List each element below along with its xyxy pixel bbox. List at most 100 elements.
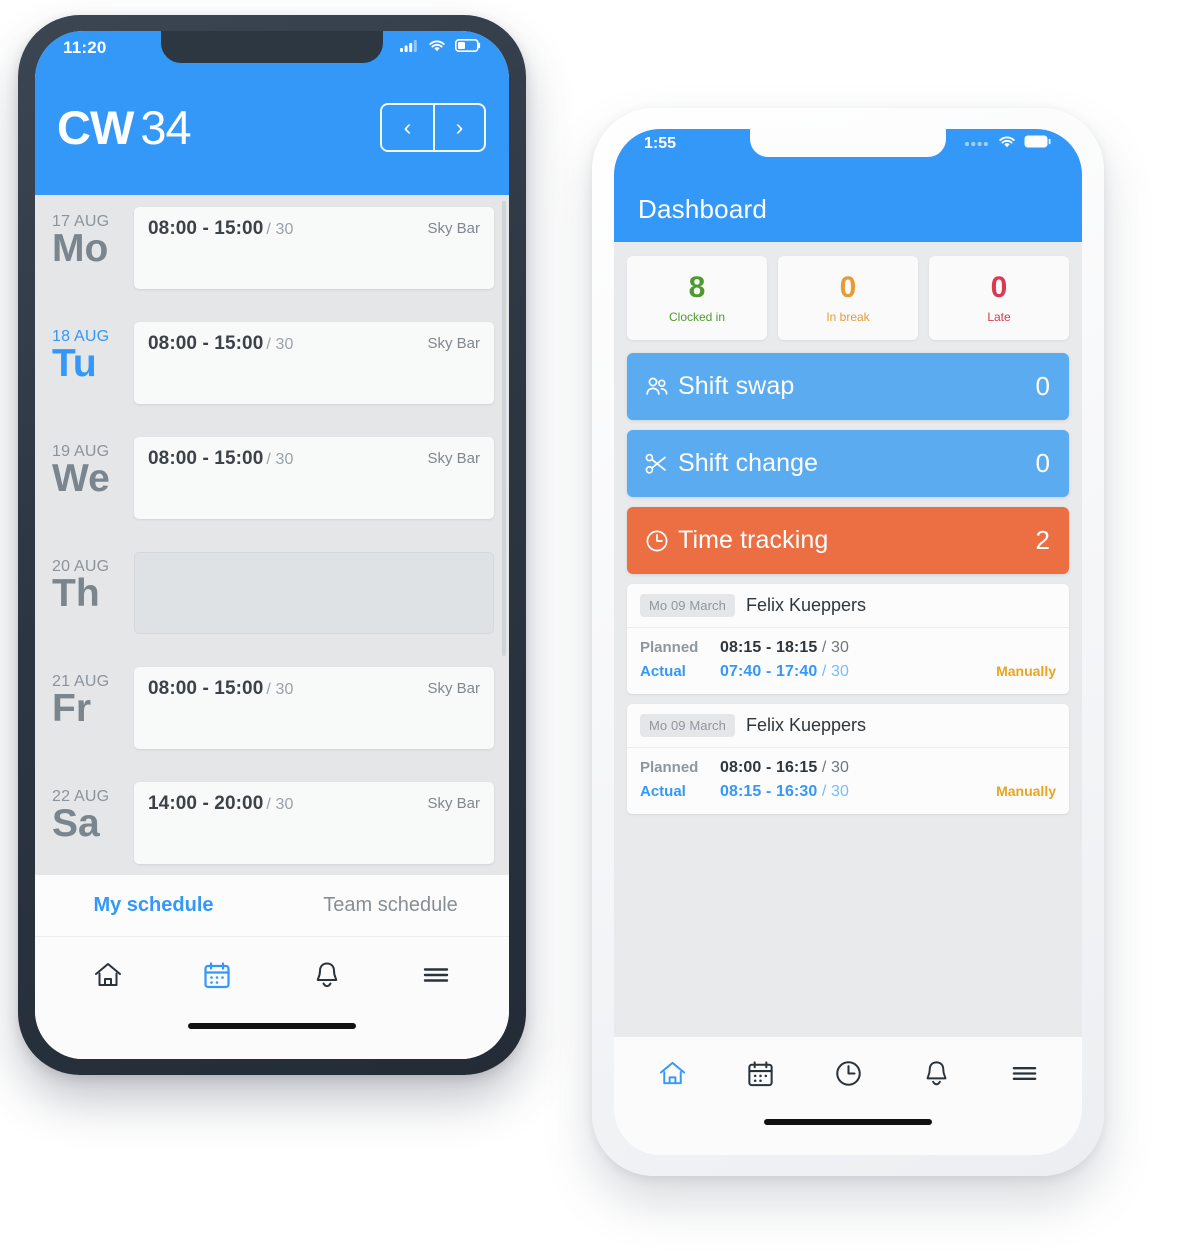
schedule-row[interactable]: 17 AUG Mo 08:00 - 15:00/ 30 Sky Bar <box>35 195 509 310</box>
schedule-row-date: 19 AUG We <box>46 437 134 500</box>
clock-icon <box>644 528 678 554</box>
shift-time: 14:00 - 20:00/ 30 <box>148 793 294 814</box>
shift-break: / 30 <box>266 336 294 353</box>
time-entry-body: Planned 08:15 - 18:15 / 30 Actual 07:40 - 1… <box>627 628 1069 694</box>
home-bar-area <box>35 1013 509 1059</box>
entry-source-tag: Manually <box>996 783 1056 799</box>
shift-location: Sky Bar <box>427 795 480 812</box>
action-row-shift-swap[interactable]: Shift swap 0 <box>627 353 1069 420</box>
schedule-shift-card[interactable]: 08:00 - 15:00/ 30 Sky Bar <box>134 322 494 404</box>
planned-break: / 30 <box>821 759 850 776</box>
tab-my-schedule[interactable]: My schedule <box>35 894 272 917</box>
menu-icon[interactable] <box>420 959 452 991</box>
action-row-shift-change[interactable]: Shift change 0 <box>627 430 1069 497</box>
planned-line: Planned 08:15 - 18:15 / 30 <box>640 636 1056 660</box>
bell-icon[interactable] <box>311 959 343 991</box>
actual-break: / 30 <box>821 663 850 680</box>
schedule-shift-card[interactable]: 08:00 - 15:00/ 30 Sky Bar <box>134 207 494 289</box>
time-entry-card[interactable]: Mo 09 March Felix Kueppers Planned 08:00 - … <box>627 704 1069 814</box>
home-icon[interactable] <box>92 959 124 991</box>
stat-label: In break <box>826 309 870 324</box>
time-tracking-entries: Mo 09 March Felix Kueppers Planned 08:15 - … <box>614 574 1082 814</box>
screenshot-stage: 11:20 CW 34 ‹ › 17 AUG Mo 08:00 - 15:00 … <box>0 0 1185 1257</box>
calendar-icon[interactable] <box>745 1058 776 1089</box>
phone-schedule-screen: 11:20 CW 34 ‹ › 17 AUG Mo 08:00 - 15:00 … <box>35 31 509 1059</box>
phone-dashboard-device: 1:55 Dashboard 8 Clocked in 0 In break 0… <box>592 108 1104 1176</box>
schedule-shift-card[interactable]: 14:00 - 20:00/ 30 Sky Bar <box>134 782 494 864</box>
stat-card[interactable]: 8 Clocked in <box>627 256 767 340</box>
shift-location: Sky Bar <box>427 680 480 697</box>
wifi-icon <box>428 39 446 57</box>
schedule-header: 11:20 CW 34 ‹ › <box>35 31 509 195</box>
action-list: Shift swap 0 Shift change 0 Time tracking 2 <box>614 345 1082 574</box>
schedule-row[interactable]: 22 AUG Sa 14:00 - 20:00/ 30 Sky Bar <box>35 770 509 875</box>
next-week-button[interactable]: › <box>433 105 484 150</box>
schedule-weekday-label: Mo <box>52 227 109 271</box>
shift-time: 08:00 - 15:00/ 30 <box>148 448 294 469</box>
time-entry-card[interactable]: Mo 09 March Felix Kueppers Planned 08:15 - … <box>627 584 1069 694</box>
shift-break: / 30 <box>266 681 294 698</box>
actual-label: Actual <box>640 663 686 680</box>
stat-value: 8 <box>688 270 706 304</box>
bottom-nav <box>35 937 509 1013</box>
schedule-weekday-label: Sa <box>52 802 100 846</box>
schedule-weekday-label: Fr <box>52 687 91 731</box>
phone-dashboard-screen: 1:55 Dashboard 8 Clocked in 0 In break 0… <box>614 129 1082 1155</box>
cw-prefix: CW <box>57 101 134 154</box>
schedule-list[interactable]: 17 AUG Mo 08:00 - 15:00/ 30 Sky Bar 18 AUG Tu… <box>35 195 509 875</box>
schedule-weekday-label: Th <box>52 572 100 616</box>
action-row-time-tracking[interactable]: Time tracking 2 <box>627 507 1069 574</box>
shift-time: 08:00 - 15:00/ 30 <box>148 678 294 699</box>
clock-icon[interactable] <box>833 1058 864 1089</box>
stat-value: 0 <box>839 270 857 304</box>
time-entry-body: Planned 08:00 - 16:15 / 30 Actual 08:15 - 1… <box>627 748 1069 814</box>
stat-card[interactable]: 0 In break <box>778 256 918 340</box>
schedule-row-date: 21 AUG Fr <box>46 667 134 730</box>
planned-line: Planned 08:00 - 16:15 / 30 <box>640 756 1056 780</box>
shift-break: / 30 <box>266 451 294 468</box>
bell-icon[interactable] <box>921 1058 952 1089</box>
status-time: 1:55 <box>644 135 677 152</box>
schedule-shift-card[interactable]: 08:00 - 15:00/ 30 Sky Bar <box>134 437 494 519</box>
schedule-row[interactable]: 18 AUG Tu 08:00 - 15:00/ 30 Sky Bar <box>35 310 509 425</box>
home-icon[interactable] <box>657 1058 688 1089</box>
planned-value: 08:15 - 18:15 / 30 <box>720 639 850 656</box>
calendar-icon[interactable] <box>201 959 233 991</box>
time-entry-date-badge: Mo 09 March <box>640 714 735 737</box>
week-number: 34 <box>140 101 191 154</box>
actual-line: Actual 07:40 - 17:40 / 30 Manually <box>640 660 1056 684</box>
schedule-shift-card[interactable]: 08:00 - 15:00/ 30 Sky Bar <box>134 667 494 749</box>
schedule-row[interactable]: 21 AUG Fr 08:00 - 15:00/ 30 Sky Bar <box>35 655 509 770</box>
shift-time: 08:00 - 15:00/ 30 <box>148 218 294 239</box>
planned-label: Planned <box>640 639 699 656</box>
prev-week-button[interactable]: ‹ <box>382 105 433 150</box>
menu-icon[interactable] <box>1009 1058 1040 1089</box>
actual-label: Actual <box>640 783 686 800</box>
schedule-row-date: 20 AUG Th <box>46 552 134 615</box>
time-entry-employee-name: Felix Kueppers <box>745 595 867 615</box>
shift-break: / 30 <box>266 796 294 813</box>
dashboard-body: 8 Clocked in 0 In break 0 Late Shift swap 0 Shi… <box>614 242 1082 1037</box>
schedule-shift-card[interactable] <box>134 552 494 634</box>
schedule-weekday-label: We <box>52 457 110 501</box>
stat-card[interactable]: 0 Late <box>929 256 1069 340</box>
time-entry-employee-name: Felix Kueppers <box>745 715 867 735</box>
action-label: Time tracking <box>678 526 829 554</box>
time-entry-date-badge: Mo 09 March <box>640 594 735 617</box>
status-bar: 1:55 <box>614 129 1082 159</box>
status-time: 11:20 <box>63 38 107 57</box>
actual-line: Actual 08:15 - 16:30 / 30 Manually <box>640 780 1056 804</box>
action-label: Shift change <box>678 449 819 477</box>
home-indicator <box>188 1023 356 1029</box>
scrollbar[interactable] <box>502 201 506 656</box>
action-count: 0 <box>1035 371 1050 401</box>
tab-team-schedule[interactable]: Team schedule <box>272 894 509 917</box>
schedule-row-date: 22 AUG Sa <box>46 782 134 845</box>
action-count: 2 <box>1035 525 1050 555</box>
phone-schedule-device: 11:20 CW 34 ‹ › 17 AUG Mo 08:00 - 15:00 … <box>18 15 526 1075</box>
actual-break: / 30 <box>821 783 850 800</box>
action-count: 0 <box>1035 448 1050 478</box>
schedule-row[interactable]: 20 AUG Th <box>35 540 509 655</box>
schedule-row[interactable]: 19 AUG We 08:00 - 15:00/ 30 Sky Bar <box>35 425 509 540</box>
shift-location: Sky Bar <box>427 220 480 237</box>
